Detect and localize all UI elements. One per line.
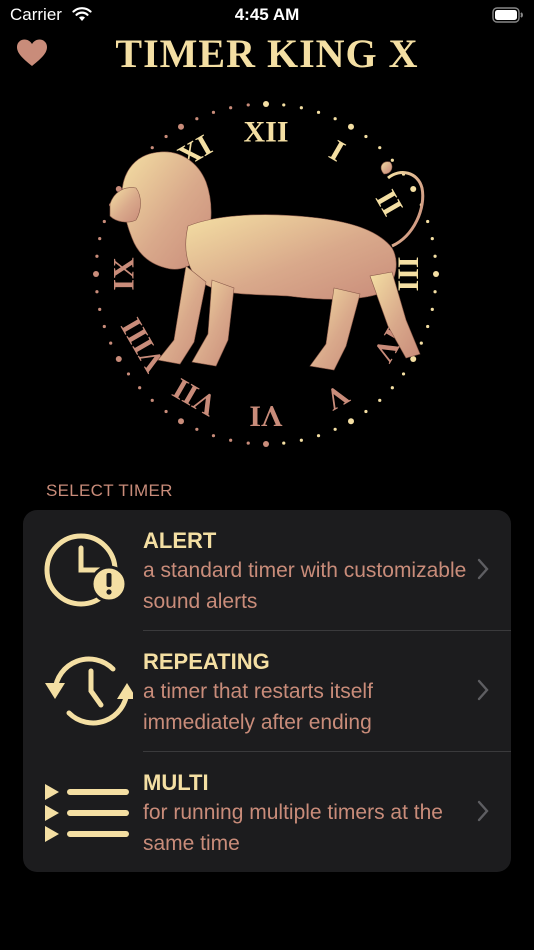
clock-tick: [178, 123, 184, 130]
multi-description: for running multiple timers at the same …: [143, 801, 443, 855]
clock-numeral: IX: [108, 257, 141, 291]
timer-list: ALERT a standard timer with customizable…: [23, 510, 511, 872]
clock-tick: [410, 356, 417, 362]
clock-tick: [102, 219, 106, 224]
alert-description: a standard timer with customizable sound…: [143, 559, 467, 613]
clock-tick: [150, 146, 154, 150]
clock-tick: [390, 386, 394, 390]
clock-tick: [246, 441, 250, 445]
clock-tick: [364, 134, 368, 139]
clock-tick: [93, 271, 99, 277]
clock-numeral: VIII: [115, 312, 172, 378]
clock-tick: [433, 290, 437, 294]
clock-tick: [333, 117, 337, 121]
clock-tick: [102, 324, 106, 329]
clock-tick: [98, 237, 102, 241]
clock-tick: [433, 254, 437, 258]
clock-tick: [164, 409, 168, 414]
clock-tick: [229, 438, 233, 442]
clock-tick: [126, 372, 131, 376]
clock-numeral: VII: [167, 371, 222, 422]
clock-tick: [390, 158, 394, 162]
list-item-alert-timer[interactable]: ALERT a standard timer with customizable…: [23, 510, 511, 631]
clock-tick: [364, 409, 368, 414]
clock-numeral: VI: [249, 400, 282, 433]
clock-tick: [316, 434, 321, 438]
list-item-repeating-timer[interactable]: REPEATING a timer that restarts itself i…: [23, 631, 511, 752]
clock-tick: [348, 418, 354, 425]
clock-tick: [401, 372, 406, 376]
battery-icon: [492, 7, 523, 23]
clock-tick: [211, 110, 216, 114]
clock-tick: [316, 110, 321, 114]
repeat-clock-icon: [45, 656, 133, 726]
clock-tick: [115, 356, 122, 362]
clock-tick: [282, 441, 286, 445]
clock-tick: [211, 434, 216, 438]
clock-tick: [333, 427, 337, 431]
clock-tick: [229, 106, 233, 110]
clock-tick: [95, 290, 99, 294]
multi-list-icon: [45, 784, 129, 842]
clock-numeral: I: [324, 134, 351, 168]
clock-tick: [109, 341, 113, 345]
clock-tick: [378, 146, 382, 150]
list-item-multi-timer[interactable]: MULTI for running multiple timers at the…: [23, 752, 511, 872]
alert-title: ALERT: [143, 528, 217, 553]
alarm-clock-alert-icon: [44, 533, 128, 607]
clock-tick: [433, 271, 439, 277]
clock-tick: [299, 106, 303, 110]
clock-tick: [98, 307, 102, 311]
clock-tick: [178, 418, 184, 425]
chevron-right-icon: [477, 800, 489, 822]
clock-tick: [426, 219, 430, 224]
chevron-right-icon: [477, 679, 489, 701]
clock-numeral: V: [319, 377, 355, 417]
status-time: 4:45 AM: [234, 5, 300, 24]
repeating-title: REPEATING: [143, 649, 270, 674]
status-bar: Carrier 4:45 AM: [0, 0, 534, 32]
clock-tick: [282, 103, 286, 107]
clock-tick: [348, 123, 354, 130]
clock-tick: [138, 386, 142, 390]
clock-tick: [263, 441, 269, 447]
section-header: SELECT TIMER: [46, 481, 173, 500]
clock-tick: [378, 398, 382, 402]
clock-tick: [195, 427, 199, 431]
multi-title: MULTI: [143, 770, 209, 795]
app-title: TIMER KING X: [115, 31, 419, 76]
repeating-description: a timer that restarts itself immediately…: [143, 680, 373, 734]
clock-tick: [410, 186, 417, 192]
clock-tick: [164, 134, 168, 139]
clock-tick: [419, 341, 423, 345]
clock-tick: [263, 101, 269, 107]
clock-tick: [95, 254, 99, 258]
clock-tick: [150, 398, 154, 402]
clock-numeral: II: [369, 185, 409, 222]
clock-tick: [430, 237, 434, 241]
clock-tick: [195, 117, 199, 121]
clock-tick: [246, 103, 250, 107]
clock-tick: [299, 438, 303, 442]
clock-tick: [430, 307, 434, 311]
clock-numeral: XII: [243, 116, 288, 149]
chevron-right-icon: [477, 558, 489, 580]
clock-tick: [426, 324, 430, 329]
lion-clock-illustration: XIIIIIIIIIVVVIVIIVIIIIXXXI: [93, 101, 439, 447]
